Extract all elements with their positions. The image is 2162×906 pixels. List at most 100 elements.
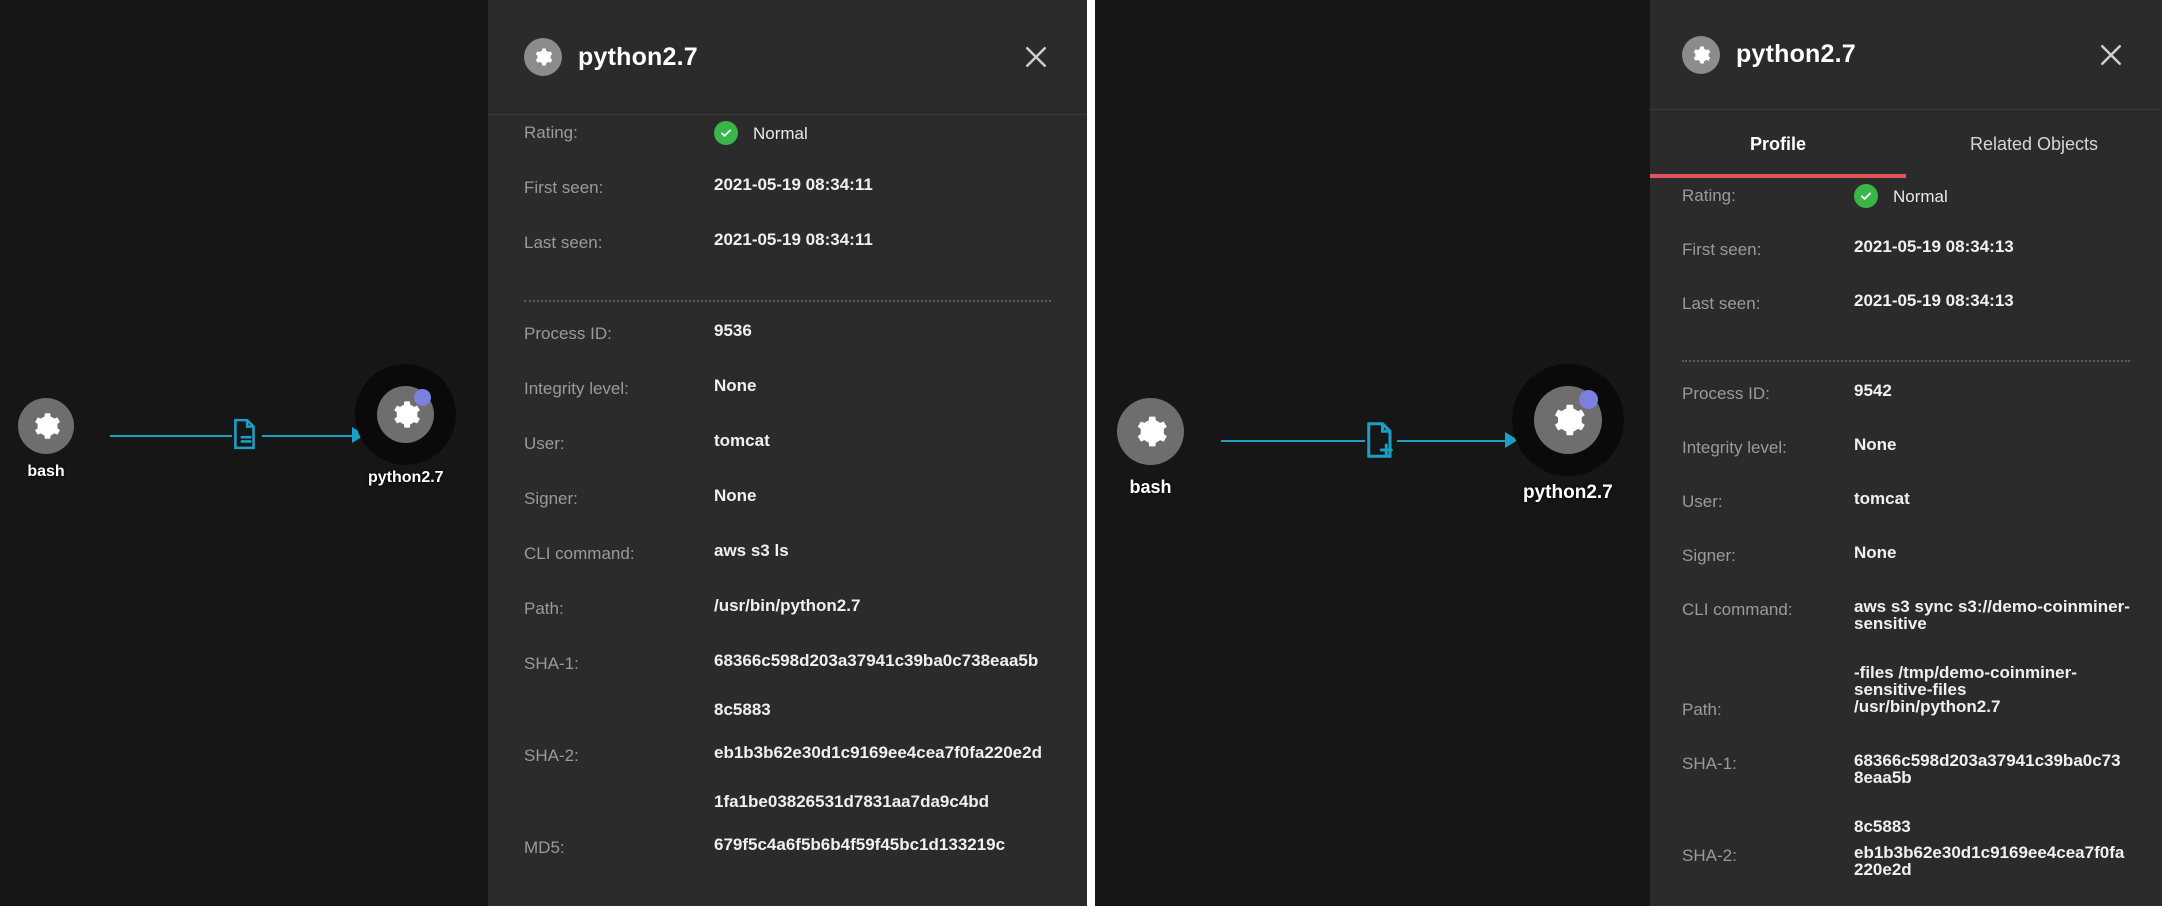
violet-dot-badge [414, 389, 432, 406]
row-value: tomcat [1854, 489, 1910, 508]
row-label: First seen: [1682, 240, 1762, 259]
node-label: python2.7 [1523, 482, 1613, 503]
row-value: 68366c598d203a37941c39ba0c738eaa5b 8c588… [714, 652, 1038, 718]
node-label: bash [1129, 477, 1172, 497]
row-value: 2021-05-19 08:34:13 [1854, 291, 2014, 310]
row-value: 9536 [714, 321, 752, 340]
graph-node-bash[interactable]: bash [18, 398, 74, 481]
row-value: eb1b3b62e30d1c9169ee4cea7f0fa220e2d [1854, 843, 2125, 879]
graph-edge-arrow [1505, 432, 1518, 448]
row-value: eb1b3b62e30d1c9169ee4cea7f0fa220e2d 1fa1… [714, 744, 1042, 810]
value-line: 8c5883 [714, 700, 771, 719]
row-user: User: tomcat [1650, 490, 2162, 544]
row-label: Rating: [524, 123, 578, 142]
graph-node-bash[interactable]: bash [1117, 398, 1184, 498]
row-last-seen: Last seen: 2021-05-19 08:34:13 [1650, 292, 2162, 346]
row-sha2: SHA-2: eb1b3b62e30d1c9169ee4cea7f0fa220e… [488, 744, 1087, 836]
graph-edge-segment-1 [110, 435, 232, 437]
row-first-seen: First seen: 2021-05-19 08:34:11 [488, 176, 1087, 231]
panel-tabs: Profile Related Objects [1650, 110, 2162, 178]
screenshot-right: bash python2.7 python2.7 Profile Related… [1095, 0, 2162, 906]
row-label: Signer: [1682, 546, 1736, 565]
row-sha1: SHA-1: 68366c598d203a37941c39ba0c738eaa5… [1650, 752, 2162, 844]
node-circle [18, 398, 74, 454]
row-label: CLI command: [1682, 600, 1793, 619]
graph-node-python27[interactable]: python2.7 [368, 386, 444, 487]
file-add-icon[interactable] [1365, 421, 1395, 464]
row-value: 2021-05-19 08:34:11 [714, 175, 873, 194]
screenshot-divider [1087, 0, 1095, 906]
row-rating: Rating: Normal [488, 121, 1087, 176]
graph-edge-segment-2 [1397, 440, 1509, 442]
value-line: 8c5883 [1854, 817, 1911, 836]
screenshot-stage: bash python2.7 python2.7 Rating: Normal … [0, 0, 2162, 906]
row-value: tomcat [714, 431, 770, 450]
row-process-id: Process ID: 9542 [1650, 382, 2162, 436]
panel-header: python2.7 [488, 0, 1087, 115]
file-icon[interactable] [232, 418, 258, 455]
section-divider [1682, 360, 2130, 362]
details-panel-left: python2.7 Rating: Normal First seen: 202… [488, 0, 1087, 906]
row-value: 679f5c4a6f5b6b4f59f45bc1d133219c [714, 835, 1006, 854]
violet-dot-badge [1578, 390, 1598, 409]
node-circle-selected [1533, 386, 1602, 454]
status-text: Normal [1893, 186, 1948, 206]
row-sha1: SHA-1: 68366c598d203a37941c39ba0c738eaa5… [488, 652, 1087, 744]
file-icon-glyph [234, 418, 255, 450]
panel-rows-left: Rating: Normal First seen: 2021-05-19 08… [488, 115, 1087, 891]
row-integrity-level: Integrity level: None [1650, 436, 2162, 490]
tab-related-objects[interactable]: Related Objects [1906, 110, 2162, 178]
panel-header: python2.7 [1650, 0, 2162, 110]
row-sha2: SHA-2: eb1b3b62e30d1c9169ee4cea7f0fa220e… [1650, 844, 2162, 898]
check-circle-icon [714, 121, 738, 145]
row-label: Rating: [1682, 186, 1736, 205]
row-cli-command: CLI command: aws s3 sync s3://demo-coinm… [1650, 598, 2162, 698]
row-label: Signer: [524, 489, 578, 508]
gear-icon [1554, 404, 1585, 436]
row-value: 68366c598d203a37941c39ba0c738eaa5b 8c588… [1854, 752, 2130, 835]
row-label: SHA-2: [1682, 846, 1737, 865]
check-circle-icon [1854, 184, 1878, 208]
row-value: Normal [714, 121, 808, 145]
row-path: Path: /usr/bin/python2.7 [1650, 698, 2162, 752]
value-line: 1fa1be03826531d7831aa7da9c4bd [714, 792, 990, 811]
row-value: /usr/bin/python2.7 [1854, 697, 2001, 716]
graph-edge-arrow [352, 427, 365, 443]
row-value: None [714, 376, 757, 395]
close-icon[interactable] [1019, 40, 1053, 74]
row-value: Normal [1854, 184, 1948, 208]
screenshot-left: bash python2.7 python2.7 Rating: Normal … [0, 0, 1087, 906]
row-label: Path: [1682, 700, 1722, 719]
tab-profile[interactable]: Profile [1650, 110, 1906, 178]
process-graph-right[interactable]: bash python2.7 [1095, 0, 1650, 906]
row-value: 2021-05-19 08:34:13 [1854, 237, 2014, 256]
row-md5: MD5: 679f5c4a6f5b6b4f59f45bc1d133219c [488, 836, 1087, 891]
value-line: 68366c598d203a37941c39ba0c738eaa5b [714, 651, 1039, 670]
node-circle [1117, 398, 1184, 465]
row-label: Process ID: [524, 324, 612, 343]
row-label: SHA-2: [524, 746, 579, 765]
row-value: /usr/bin/python2.7 [714, 596, 861, 615]
row-user: User: tomcat [488, 432, 1087, 487]
graph-node-python27[interactable]: python2.7 [1523, 386, 1613, 504]
row-cli-command: CLI command: aws s3 ls [488, 542, 1087, 597]
gear-icon [1682, 35, 1720, 74]
panel-title: python2.7 [1736, 40, 1856, 68]
value-line: -files /tmp/demo-coinminer-sensitive-fil… [1854, 663, 2077, 699]
row-first-seen: First seen: 2021-05-19 08:34:13 [1650, 238, 2162, 292]
close-icon[interactable] [2094, 38, 2128, 72]
row-label: User: [524, 434, 565, 453]
row-value: None [1854, 543, 1897, 562]
row-label: Integrity level: [1682, 438, 1787, 457]
row-integrity-level: Integrity level: None [488, 377, 1087, 432]
gear-icon [35, 413, 60, 439]
section-divider [524, 300, 1051, 302]
row-label: Last seen: [1682, 294, 1761, 313]
row-value: 2021-05-19 08:34:11 [714, 230, 873, 249]
row-label: User: [1682, 492, 1723, 511]
row-value: None [1854, 435, 1897, 454]
row-label: Integrity level: [524, 379, 629, 398]
row-label: SHA-1: [524, 654, 579, 673]
row-label: SHA-1: [1682, 754, 1737, 773]
row-process-id: Process ID: 9536 [488, 322, 1087, 377]
